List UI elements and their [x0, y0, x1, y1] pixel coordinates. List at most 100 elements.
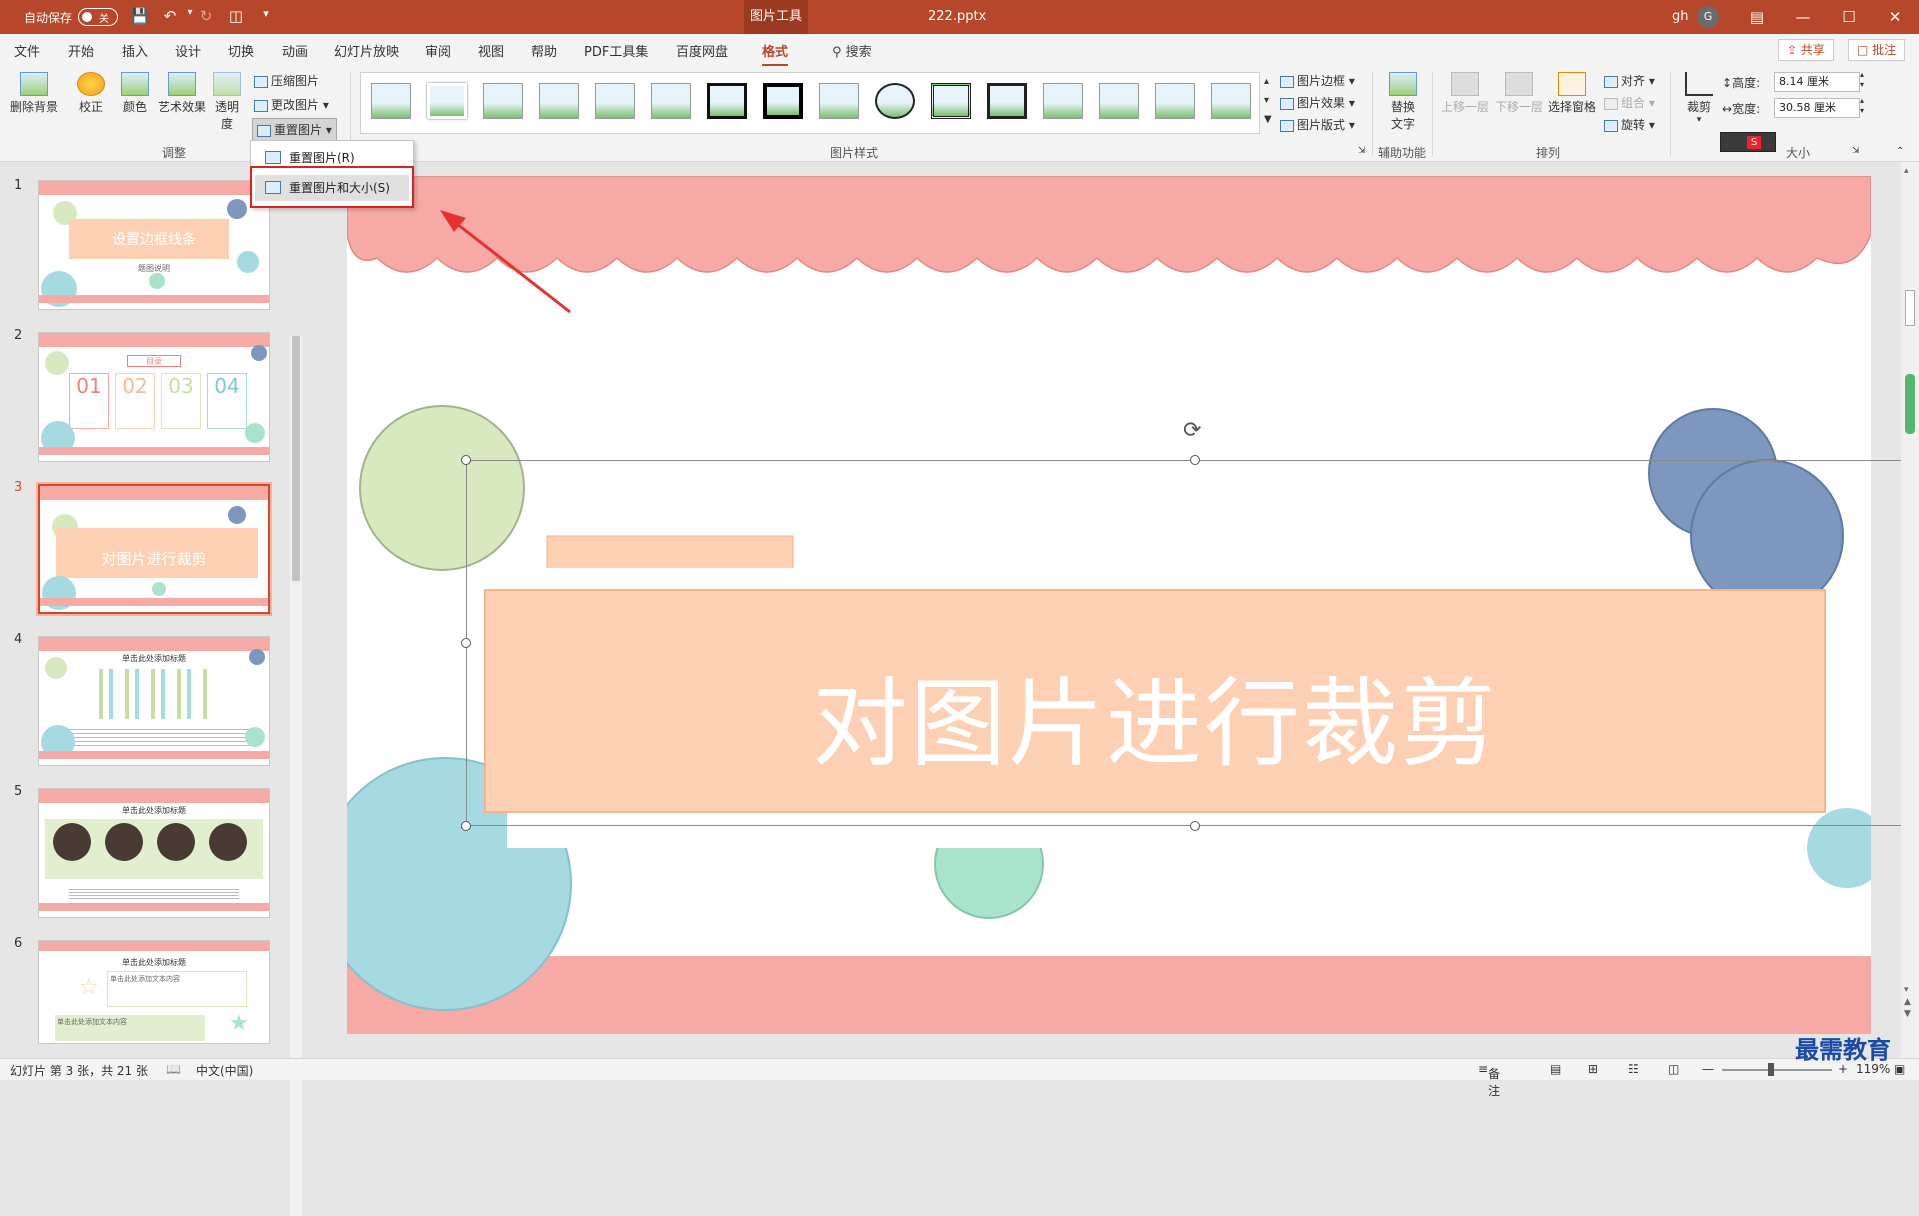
tab-design[interactable]: 设计: [175, 41, 201, 60]
picture-styles-gallery[interactable]: [360, 72, 1260, 134]
slide-thumbnail-5[interactable]: 单击此处添加标题: [38, 788, 270, 918]
close-icon[interactable]: ✕: [1872, 0, 1918, 34]
picture-border-button[interactable]: 图片边框 ▾: [1280, 72, 1355, 89]
picture-style-9[interactable]: [819, 83, 859, 119]
present-icon[interactable]: ◫: [226, 7, 246, 25]
picture-style-4[interactable]: [539, 83, 579, 119]
ribbon-display-icon[interactable]: ▤: [1734, 0, 1780, 34]
transparency-button[interactable]: 透明度: [212, 72, 242, 132]
comments-button[interactable]: □ 批注: [1848, 39, 1906, 61]
scrollbar-thumb[interactable]: [292, 336, 300, 581]
bring-forward-button[interactable]: 上移一层: [1440, 72, 1490, 115]
corrections-button[interactable]: 校正: [76, 72, 106, 115]
tab-baidu-netdisk[interactable]: 百度网盘: [676, 41, 728, 60]
send-backward-button[interactable]: 下移一层: [1494, 72, 1544, 115]
scroll-down-icons[interactable]: ▾ ▲ ▼: [1904, 984, 1911, 1020]
alt-text-button[interactable]: 替换 文字: [1388, 72, 1418, 132]
picture-style-16[interactable]: [1211, 83, 1251, 119]
picture-style-12[interactable]: [987, 83, 1027, 119]
search-box[interactable]: ⚲ 搜索: [832, 41, 872, 60]
color-button[interactable]: 颜色: [120, 72, 150, 115]
resize-handle[interactable]: [1190, 821, 1200, 831]
tab-review[interactable]: 审阅: [425, 41, 451, 60]
slide-thumbnail-3[interactable]: 对图片进行裁剪: [36, 482, 272, 616]
change-picture-button[interactable]: 更改图片 ▾: [254, 96, 329, 113]
slide-sorter-icon[interactable]: ⊞: [1588, 1062, 1598, 1076]
resize-handle[interactable]: [461, 638, 471, 648]
picture-style-6[interactable]: [651, 83, 691, 119]
notes-button[interactable]: ≡ 备注: [1478, 1062, 1500, 1098]
slide-thumbnail-6[interactable]: 单击此处添加标题 单击此处添加文本内容 单击此处添加文本内容 ☆ ★: [38, 940, 270, 1044]
width-input[interactable]: 30.58 厘米: [1774, 98, 1860, 118]
tab-animations[interactable]: 动画: [282, 41, 308, 60]
slide-thumbnail-4[interactable]: 单击此处添加标题: [38, 636, 270, 766]
collapse-ribbon-icon[interactable]: ⌃: [1896, 146, 1904, 157]
save-icon[interactable]: 💾: [130, 7, 150, 25]
reset-picture-button[interactable]: 重置图片 ▾: [252, 118, 337, 141]
picture-style-1[interactable]: [371, 83, 411, 119]
scrollbar-thumb[interactable]: [1905, 290, 1915, 326]
tab-insert[interactable]: 插入: [122, 41, 148, 60]
fit-to-window-icon[interactable]: ▣: [1894, 1062, 1905, 1076]
tab-slideshow[interactable]: 幻灯片放映: [334, 41, 399, 60]
slide-thumbnail-2[interactable]: 目录 01 02 03 04: [38, 332, 270, 462]
picture-style-10[interactable]: [875, 83, 915, 119]
picture-style-3[interactable]: [483, 83, 523, 119]
picture-style-2[interactable]: [427, 83, 467, 119]
rotate-button[interactable]: 旋转 ▾: [1604, 116, 1655, 133]
zoom-slider[interactable]: [1722, 1069, 1832, 1071]
picture-style-14[interactable]: [1099, 83, 1139, 119]
tab-view[interactable]: 视图: [478, 41, 504, 60]
reading-view-icon[interactable]: ☷: [1628, 1062, 1639, 1076]
picture-style-15[interactable]: [1155, 83, 1195, 119]
share-button[interactable]: ⇪ 共享: [1778, 39, 1834, 61]
user-name[interactable]: gh: [1672, 9, 1689, 24]
picture-effects-button[interactable]: 图片效果 ▾: [1280, 94, 1355, 111]
autosave-toggle[interactable]: 关: [78, 8, 118, 26]
tab-file[interactable]: 文件: [14, 41, 40, 60]
zoom-slider-thumb[interactable]: [1768, 1063, 1774, 1076]
scroll-up-icon[interactable]: ▴: [1904, 166, 1909, 176]
tab-transitions[interactable]: 切换: [228, 41, 254, 60]
normal-view-icon[interactable]: ▤: [1550, 1062, 1561, 1076]
picture-style-7[interactable]: [707, 83, 747, 119]
undo-icon[interactable]: ↶: [160, 7, 180, 25]
resize-handle[interactable]: [461, 455, 471, 465]
width-spinner[interactable]: ▴ ▾: [1860, 96, 1864, 116]
picture-styles-dialog-launcher[interactable]: ⇲: [1358, 146, 1366, 156]
slideshow-view-icon[interactable]: ◫: [1668, 1062, 1679, 1076]
minimize-icon[interactable]: —: [1780, 0, 1826, 34]
picture-style-5[interactable]: [595, 83, 635, 119]
height-input[interactable]: 8.14 厘米: [1774, 72, 1860, 92]
tab-home[interactable]: 开始: [68, 41, 94, 60]
gallery-scroll-arrows[interactable]: ▴ ▾ ▼: [1264, 72, 1274, 129]
picture-style-8[interactable]: [763, 83, 803, 119]
slide-thumbnail-1[interactable]: 设置边框线条 题图说明: [38, 180, 270, 310]
spellcheck-icon[interactable]: 📖: [166, 1062, 181, 1076]
ime-toolbar[interactable]: S: [1720, 132, 1776, 152]
picture-selection-frame[interactable]: [466, 460, 1919, 826]
align-button[interactable]: 对齐 ▾: [1604, 72, 1655, 89]
picture-style-11[interactable]: [931, 83, 971, 119]
language-indicator[interactable]: 中文(中国): [196, 1062, 253, 1079]
maximize-icon[interactable]: ☐: [1826, 0, 1872, 34]
remove-background-button[interactable]: 删除背景: [8, 72, 60, 115]
crop-button[interactable]: 裁剪 ▾: [1684, 72, 1714, 125]
picture-style-13[interactable]: [1043, 83, 1083, 119]
tab-pdf-tools[interactable]: PDF工具集: [584, 41, 648, 60]
tab-format[interactable]: 格式: [762, 41, 789, 67]
selection-pane-button[interactable]: 选择窗格: [1546, 72, 1598, 115]
avatar[interactable]: G: [1697, 6, 1719, 28]
resize-handle[interactable]: [461, 821, 471, 831]
tab-help[interactable]: 帮助: [531, 41, 557, 60]
zoom-out-icon[interactable]: —: [1702, 1062, 1714, 1076]
rotate-handle-icon[interactable]: ⟳: [1183, 418, 1201, 443]
resize-handle[interactable]: [1190, 455, 1200, 465]
height-spinner[interactable]: ▴ ▾: [1860, 70, 1864, 90]
compress-pictures-button[interactable]: 压缩图片: [254, 72, 319, 89]
artistic-effects-button[interactable]: 艺术效果: [156, 72, 208, 115]
redo-icon[interactable]: ↻: [196, 7, 216, 25]
group-button[interactable]: 组合 ▾: [1604, 94, 1655, 111]
ime-side-widget[interactable]: [1905, 374, 1915, 434]
size-dialog-launcher[interactable]: ⇲: [1852, 146, 1860, 156]
